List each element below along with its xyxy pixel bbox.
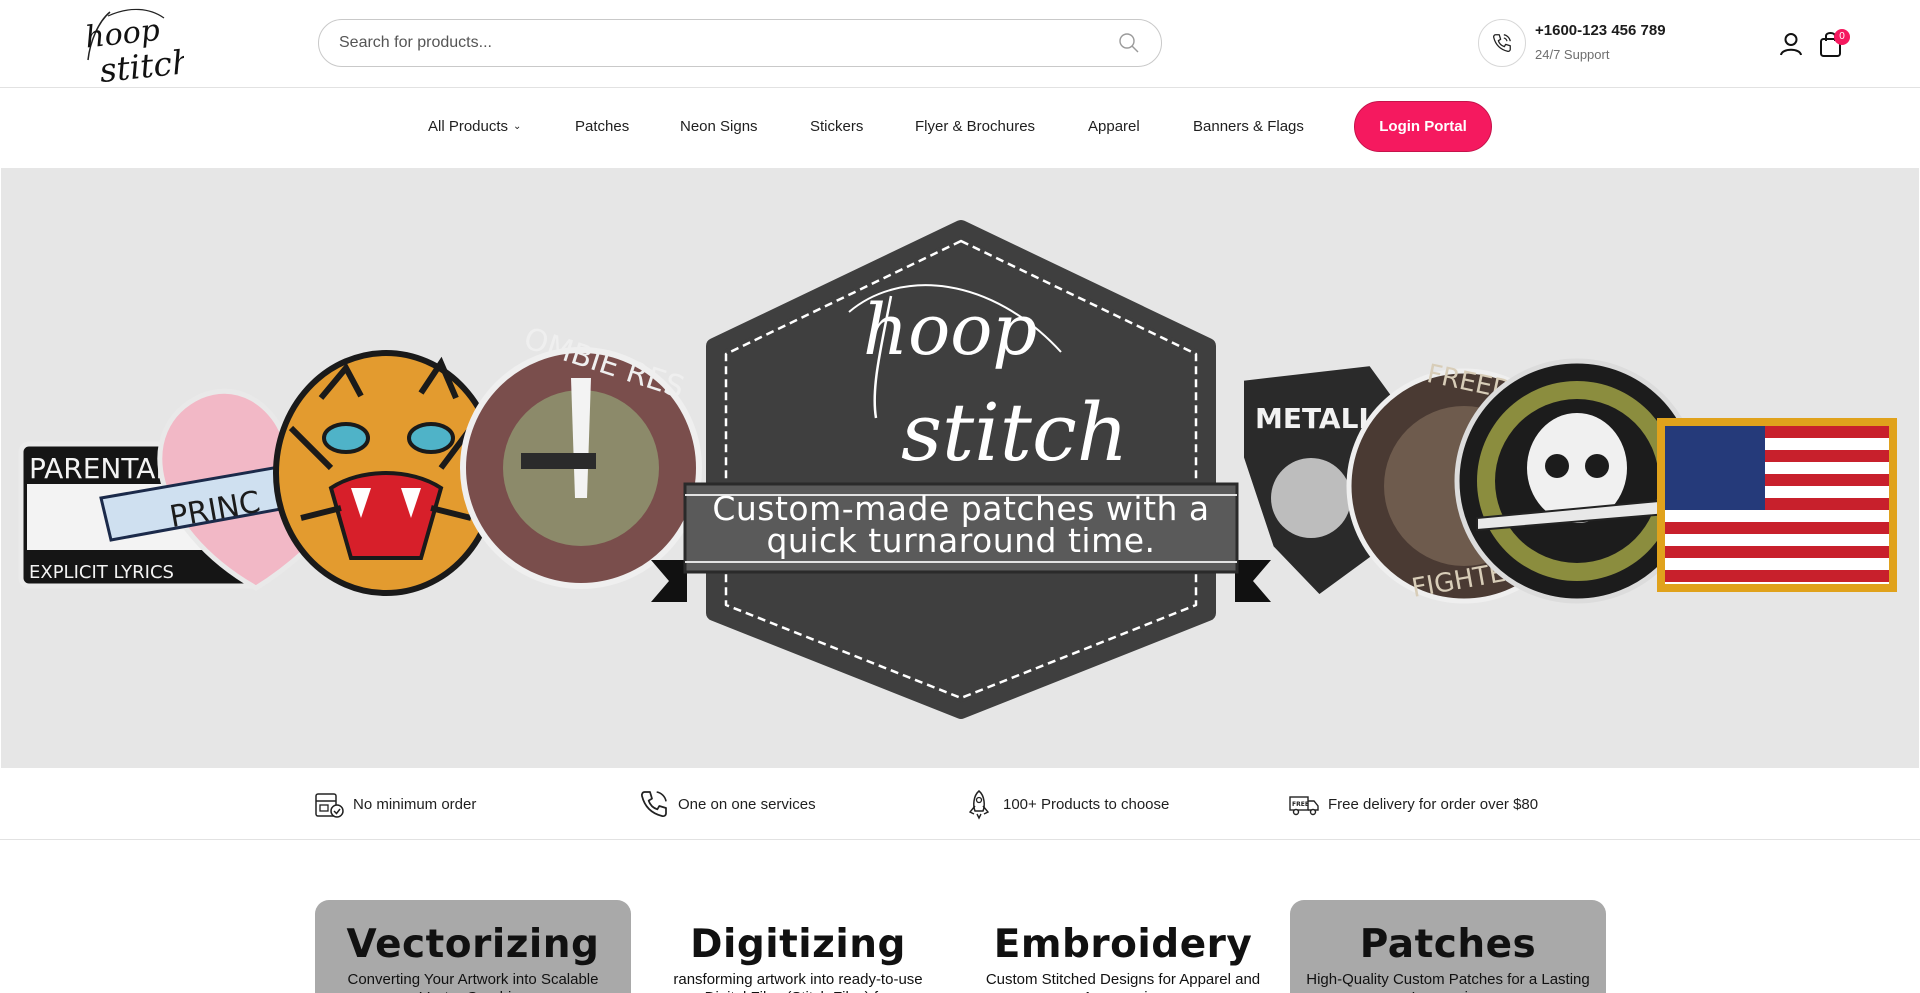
feature-item: 100+ Products to choose — [963, 786, 1169, 822]
feature-label: Free delivery for order over $80 — [1328, 795, 1539, 813]
service-card-vectorizing[interactable]: Vectorizing Converting Your Artwork into… — [315, 900, 631, 993]
hoop-stitch-logo-graphic: hoop stitch — [84, 8, 195, 90]
feature-item: One on one services — [638, 786, 816, 822]
service-card-embroidery[interactable]: Embroidery Custom Stitched Designs for A… — [965, 900, 1281, 993]
user-icon[interactable] — [1778, 31, 1804, 57]
phone-call-icon — [638, 788, 670, 820]
hoop-stitch-hero-badge: hoop stitch — [651, 220, 1271, 719]
service-card-title: Vectorizing — [346, 922, 600, 967]
cart-count-badge: 0 — [1834, 29, 1850, 45]
phone-icon[interactable] — [1478, 19, 1526, 67]
search-input[interactable] — [339, 20, 1099, 66]
nav-item-all-products[interactable]: All Products ⌄ — [428, 118, 521, 135]
site-header: hoop stitch +1600-123 456 789 24/7 Suppo… — [0, 0, 1920, 90]
hero-logo-stitch: stitch — [901, 386, 1128, 479]
search-icon[interactable] — [1117, 31, 1141, 55]
hero-patches-artwork: PARENTAL ADVISORY EXPLICIT LYRICS PRINC … — [18, 220, 1897, 719]
service-card-description: High-Quality Custom Patches for a Lastin… — [1306, 971, 1590, 993]
feature-label: 100+ Products to choose — [1003, 795, 1170, 813]
service-card-title: Digitizing — [690, 922, 906, 967]
feature-label: No minimum order — [353, 795, 477, 813]
feature-label: One on one services — [678, 795, 816, 813]
patch-text-explicit: EXPLICIT LYRICS — [29, 562, 174, 583]
nav-item-neon-signs[interactable]: Neon Signs — [680, 118, 758, 135]
service-card-description: Converting Your Artwork into Scalable Ve… — [347, 971, 599, 993]
search-bar — [318, 19, 1162, 67]
hero-logo-hoop: hoop — [863, 289, 1037, 371]
chevron-down-icon: ⌄ — [513, 121, 522, 132]
hero-banner[interactable]: PARENTAL ADVISORY EXPLICIT LYRICS PRINC … — [1, 168, 1919, 768]
login-portal-button[interactable]: Login Portal — [1354, 101, 1492, 152]
svg-text:FREE: FREE — [1292, 801, 1309, 808]
support-phone-number[interactable]: +1600-123 456 789 — [1535, 22, 1666, 39]
zombie-response-patch: OMBIE RES — [460, 321, 702, 589]
rocket-icon — [963, 788, 995, 820]
nav-item-patches[interactable]: Patches — [575, 118, 629, 135]
nav-item-banners-flags[interactable]: Banners & Flags — [1193, 118, 1304, 135]
nav-item-stickers[interactable]: Stickers — [810, 118, 863, 135]
service-card-description: Custom Stitched Designs for Apparel and … — [985, 971, 1261, 993]
service-card-digitizing[interactable]: Digitizing ransforming artwork into read… — [640, 900, 956, 993]
features-strip: No minimum order One on one services 100… — [0, 768, 1920, 840]
box-check-icon — [313, 788, 345, 820]
hero-tagline: Custom-made patches with a quick turnaro… — [712, 489, 1210, 560]
feature-item: FREE Free delivery for order over $80 — [1288, 786, 1538, 822]
service-card-title: Embroidery — [993, 922, 1253, 967]
support-hours-label: 24/7 Support — [1535, 47, 1610, 62]
service-card-title: Patches — [1359, 922, 1537, 967]
svg-text:METALL: METALL — [1255, 402, 1376, 435]
service-card-patches[interactable]: Patches High-Quality Custom Patches for … — [1290, 900, 1606, 993]
nav-item-flyer-brochures[interactable]: Flyer & Brochures — [915, 118, 1035, 135]
nav-item-label: All Products — [428, 118, 509, 135]
feature-item: No minimum order — [313, 786, 476, 822]
site-logo[interactable]: hoop stitch — [80, 2, 195, 90]
delivery-truck-icon: FREE — [1288, 788, 1320, 820]
nav-item-apparel[interactable]: Apparel — [1088, 118, 1140, 135]
main-navigation: All Products ⌄ Patches Neon Signs Sticker… — [0, 88, 1920, 168]
american-flag-patch — [1657, 418, 1897, 592]
service-card-description: ransforming artwork into ready-to-use Di… — [673, 971, 923, 993]
